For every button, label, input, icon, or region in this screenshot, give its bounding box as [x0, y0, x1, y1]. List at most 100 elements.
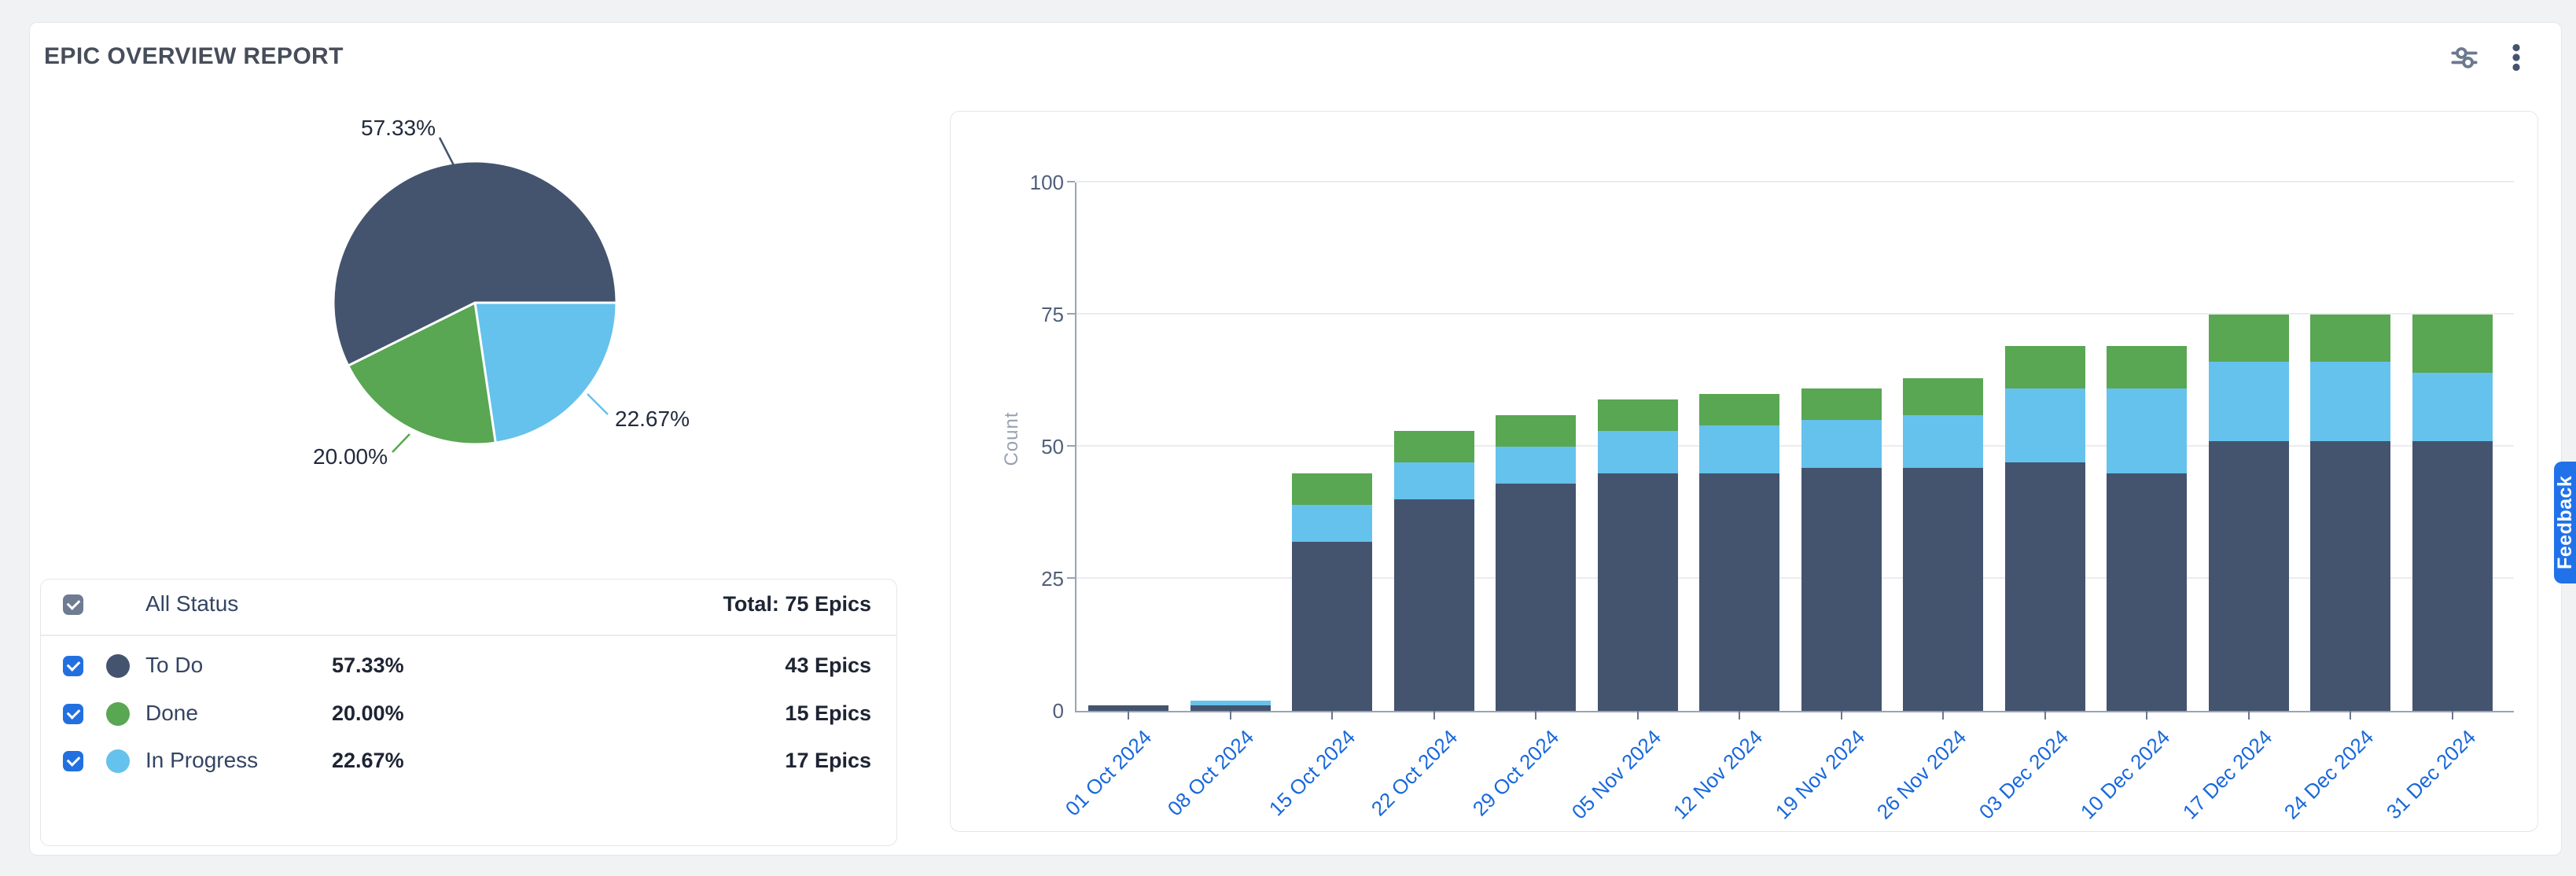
legend-row-in-progress[interactable]: In Progress 22.67% 17 Epics [41, 741, 896, 782]
in-progress-percent: 22.67% [332, 749, 404, 773]
bar-segment-in-progress[interactable] [1292, 505, 1372, 542]
x-tick [2350, 711, 2351, 720]
status-legend-panel: All Status Total: 75 Epics To Do 57.33% … [40, 579, 897, 846]
bar-segment-to-do[interactable] [1903, 468, 1983, 711]
done-color-dot [106, 702, 130, 726]
x-tick [1637, 711, 1639, 720]
bar-segment-done[interactable] [2005, 346, 2085, 388]
epic-overview-gadget-card: EPIC OVERVIEW REPORT 5 [29, 22, 2562, 856]
bar-29-oct-2024[interactable] [1496, 415, 1576, 711]
bar-19-nov-2024[interactable] [1801, 388, 1882, 711]
kebab-menu-icon [2499, 40, 2534, 75]
bar-segment-in-progress[interactable] [1190, 701, 1271, 706]
bar-segment-in-progress[interactable] [1903, 415, 1983, 468]
bar-segment-to-do[interactable] [2107, 473, 2187, 711]
x-axis-line [1075, 711, 2514, 712]
bar-segment-to-do[interactable] [1190, 705, 1271, 711]
bar-01-oct-2024[interactable] [1088, 705, 1168, 711]
y-tick-label-100: 100 [1017, 171, 1064, 194]
bar-segment-in-progress[interactable] [2107, 388, 2187, 473]
pie-label-todo: 57.33% [263, 116, 436, 141]
y-tick-75 [1067, 313, 1075, 315]
filter-settings-button[interactable] [2447, 40, 2482, 75]
bar-08-oct-2024[interactable] [1190, 701, 1271, 711]
bar-segment-in-progress[interactable] [2209, 362, 2289, 441]
x-tick [1331, 711, 1333, 720]
feedback-button-label: Feedback [2554, 462, 2576, 583]
legend-row-todo[interactable]: To Do 57.33% 43 Epics [41, 646, 896, 686]
bar-segment-in-progress[interactable] [1394, 462, 1474, 499]
epic-trend-chart-card: Count 025507510001 Oct 202408 Oct 202415… [950, 111, 2538, 832]
bar-segment-to-do[interactable] [1292, 542, 1372, 711]
bar-segment-done[interactable] [1394, 431, 1474, 462]
bar-segment-done[interactable] [1801, 388, 1882, 420]
pie-label-leader-line [440, 138, 454, 167]
done-label: Done [145, 701, 198, 726]
bar-17-dec-2024[interactable] [2209, 315, 2289, 711]
bar-segment-done[interactable] [2412, 315, 2493, 373]
bar-segment-in-progress[interactable] [1598, 431, 1678, 473]
bar-10-dec-2024[interactable] [2107, 346, 2187, 711]
x-tick [1433, 711, 1435, 720]
x-tick [2452, 711, 2453, 720]
gridline-100 [1076, 181, 2514, 182]
bar-segment-in-progress[interactable] [1699, 425, 1779, 473]
bar-segment-to-do[interactable] [1496, 484, 1576, 711]
y-tick-label-0: 0 [1017, 699, 1064, 723]
x-tick [2044, 711, 2046, 720]
bar-segment-to-do[interactable] [1801, 468, 1882, 711]
x-tick [1841, 711, 1842, 720]
bar-segment-done[interactable] [2107, 346, 2187, 388]
bar-05-nov-2024[interactable] [1598, 399, 1678, 711]
bar-15-oct-2024[interactable] [1292, 473, 1372, 711]
in-progress-count: 17 Epics [785, 749, 871, 773]
status-pie-chart[interactable] [302, 114, 648, 491]
bar-segment-in-progress[interactable] [2412, 373, 2493, 441]
bar-segment-done[interactable] [1598, 399, 1678, 431]
y-tick-label-75: 75 [1017, 303, 1064, 326]
more-options-button[interactable] [2499, 40, 2534, 75]
bar-segment-to-do[interactable] [1394, 499, 1474, 711]
in-progress-color-dot [106, 749, 130, 773]
x-tick [2248, 711, 2250, 720]
bar-segment-to-do[interactable] [2005, 462, 2085, 711]
pie-label-leader-line [392, 434, 410, 452]
bar-segment-to-do[interactable] [1088, 705, 1168, 711]
legend-total: Total: 75 Epics [723, 592, 871, 617]
feedback-button[interactable]: Feedback [2554, 462, 2576, 583]
bar-segment-to-do[interactable] [2412, 441, 2493, 711]
bar-26-nov-2024[interactable] [1903, 378, 1983, 711]
bar-31-dec-2024[interactable] [2412, 315, 2493, 711]
done-checkbox[interactable] [63, 704, 83, 724]
in-progress-checkbox[interactable] [63, 751, 83, 771]
pie-slice-in-progress[interactable] [475, 303, 616, 443]
sliders-icon [2447, 40, 2482, 75]
bar-segment-done[interactable] [2209, 315, 2289, 362]
legend-row-done[interactable]: Done 20.00% 15 Epics [41, 694, 896, 734]
bar-segment-to-do[interactable] [1598, 473, 1678, 711]
bar-segment-done[interactable] [1292, 473, 1372, 505]
gridline-75 [1076, 313, 2514, 315]
bar-22-oct-2024[interactable] [1394, 431, 1474, 711]
bar-segment-in-progress[interactable] [1496, 447, 1576, 484]
bar-segment-to-do[interactable] [2209, 441, 2289, 711]
bar-segment-to-do[interactable] [2310, 441, 2390, 711]
bar-segment-done[interactable] [1903, 378, 1983, 415]
x-tick [1128, 711, 1129, 720]
bar-segment-in-progress[interactable] [2310, 362, 2390, 441]
bar-03-dec-2024[interactable] [2005, 346, 2085, 711]
x-tick [1739, 711, 1740, 720]
bar-segment-in-progress[interactable] [1801, 420, 1882, 467]
done-count: 15 Epics [785, 701, 871, 726]
todo-checkbox[interactable] [63, 656, 83, 676]
bar-segment-done[interactable] [1496, 415, 1576, 447]
bar-segment-done[interactable] [1699, 394, 1779, 425]
bar-12-nov-2024[interactable] [1699, 394, 1779, 711]
all-status-checkbox[interactable] [63, 594, 83, 615]
bar-24-dec-2024[interactable] [2310, 315, 2390, 711]
bar-segment-done[interactable] [2310, 315, 2390, 362]
bar-segment-to-do[interactable] [1699, 473, 1779, 711]
todo-label: To Do [145, 653, 203, 678]
legend-row-all-status[interactable]: All Status Total: 75 Epics [41, 584, 896, 625]
bar-segment-in-progress[interactable] [2005, 388, 2085, 462]
